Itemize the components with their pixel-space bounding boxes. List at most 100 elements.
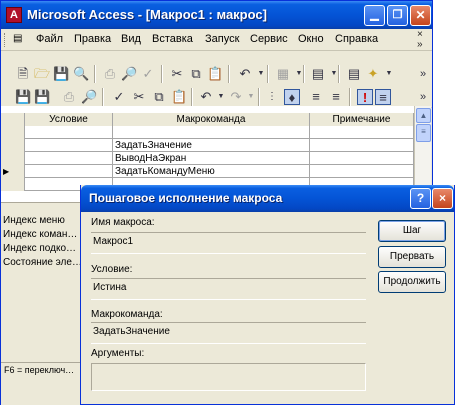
conditions-icon[interactable]: ♦ (284, 89, 300, 105)
preview-icon[interactable]: 🔎 (121, 66, 137, 82)
grid-header-row: Условие Макрокоманда Примечание (1, 113, 414, 126)
new-icon[interactable]: 🗎 (15, 66, 31, 82)
copy-icon[interactable]: ⧉ (188, 66, 204, 82)
close-icon: × (438, 191, 446, 205)
redo-dropdown-icon[interactable]: ▼ (243, 89, 259, 105)
macro-single-step-dialog: Пошаговое исполнение макроса ? × Имя мак… (80, 185, 455, 405)
note-cell[interactable] (310, 139, 414, 152)
toolbar-overflow-icon[interactable]: » (415, 66, 431, 82)
close-icon: ✕ (415, 8, 426, 22)
analyze-icon[interactable]: ▤ (310, 66, 326, 82)
preview-icon[interactable]: 🔎 (81, 89, 97, 105)
toolbar-overflow-icon[interactable]: » (415, 89, 431, 105)
menu-window[interactable]: Окно (298, 33, 324, 45)
row-selector[interactable] (1, 139, 25, 152)
scroll-up-icon[interactable]: ▲ (416, 108, 431, 123)
action-cell[interactable]: ВыводНаЭкран (113, 152, 310, 165)
condition-cell[interactable] (25, 152, 113, 165)
minimize-button[interactable]: ▁ (364, 5, 385, 26)
note-cell[interactable] (310, 165, 414, 178)
maximize-button[interactable]: ❐ (387, 5, 408, 26)
undo-dropdown-icon[interactable]: ▼ (213, 89, 229, 105)
analyze-dropdown-icon[interactable]: ▼ (326, 66, 342, 82)
relationships-icon[interactable]: ▤ (346, 66, 362, 82)
paste-icon[interactable]: 📋 (207, 66, 223, 82)
table-row[interactable]: ВыводНаЭкран (1, 152, 414, 165)
office-links-dropdown-icon[interactable]: ▼ (291, 66, 307, 82)
grid-header-note[interactable]: Примечание (310, 113, 414, 126)
menu-edit[interactable]: Правка (74, 33, 111, 45)
action-field: ЗадатьЗначение (91, 322, 366, 344)
window-titlebar[interactable]: A Microsoft Access - [Макрос1 : макрос] … (1, 1, 432, 29)
undo-icon[interactable]: ↶ (237, 66, 253, 82)
menu-overflow-icon[interactable]: » (417, 39, 423, 50)
note-cell[interactable] (310, 126, 414, 139)
spelling-icon[interactable]: ✓ (140, 66, 156, 82)
toolbar-separator (228, 65, 229, 83)
note-cell[interactable] (310, 152, 414, 165)
current-row-arrow-icon[interactable]: ▶ (1, 165, 25, 178)
action-cell[interactable]: ЗадатьКомандуМеню (113, 165, 310, 178)
macro-names-icon[interactable]: ⋮ (264, 89, 280, 105)
menu-help[interactable]: Справка (335, 33, 378, 45)
step-button[interactable]: Шаг (378, 220, 446, 242)
dialog-titlebar[interactable]: Пошаговое исполнение макроса ? × (81, 185, 454, 212)
grid-corner[interactable] (1, 113, 25, 126)
cut-icon[interactable]: ✂ (169, 66, 185, 82)
help-button[interactable]: ? (410, 188, 431, 209)
search-icon[interactable]: 🔍 (73, 66, 89, 82)
condition-cell[interactable] (25, 139, 113, 152)
condition-cell[interactable] (25, 126, 113, 139)
copy-icon[interactable]: ⧉ (151, 89, 167, 105)
print-icon[interactable]: ⎙ (61, 89, 77, 105)
grid-header-action[interactable]: Макрокоманда (113, 113, 310, 126)
grid-header-condition[interactable]: Условие (25, 113, 113, 126)
menu-grip[interactable] (4, 33, 7, 47)
cut-icon[interactable]: ✂ (131, 89, 147, 105)
row-selector[interactable] (1, 126, 25, 139)
argument-label: Индекс коман… (3, 229, 78, 240)
office-links-icon[interactable]: ▦ (275, 66, 291, 82)
new-object-dropdown-icon[interactable]: ▼ (381, 66, 397, 82)
open-icon[interactable]: 🗁 (34, 66, 50, 82)
action-cell[interactable] (113, 126, 310, 139)
menu-tools[interactable]: Сервис (250, 33, 288, 45)
row-selector[interactable] (1, 152, 25, 165)
macro-doc-icon[interactable]: ▤ (13, 33, 22, 44)
table-row[interactable]: ▶ ЗадатьКомандуМеню (1, 165, 414, 178)
access-app-icon[interactable]: A (6, 7, 22, 23)
toolbar-separator (161, 65, 162, 83)
row-selector[interactable] (1, 178, 25, 191)
step-icon[interactable]: ≡ (375, 89, 391, 105)
insert-rows-icon[interactable]: ≡ (308, 89, 324, 105)
properties-icon[interactable]: 💾 (34, 89, 50, 105)
table-row[interactable]: ЗадатьЗначение (1, 139, 414, 152)
arguments-field (91, 363, 366, 391)
paste-icon[interactable]: 📋 (171, 89, 187, 105)
condition-cell[interactable] (25, 165, 113, 178)
redo-icon[interactable]: ↷ (228, 89, 244, 105)
argument-label: Состояние эле… (3, 257, 82, 268)
save-icon[interactable]: 💾 (15, 89, 31, 105)
toolbar-separator (94, 65, 95, 83)
macro-design-toolbar: 💾 💾 ⎙ 🔎 ✓ ✂ ⧉ 📋 ↶ ▼ ↷ ▼ ⋮ ♦ ≡ ≡ ! ≡ » (1, 86, 432, 108)
menu-file[interactable]: Файл (36, 33, 63, 45)
database-toolbar: 🗎 🗁 💾 🔍 ⎙ 🔎 ✓ ✂ ⧉ 📋 ↶ ▼ ▦ ▼ ▤ ▼ ▤ ✦ ▼ » (1, 61, 432, 87)
close-button[interactable]: ✕ (410, 5, 431, 26)
menu-run[interactable]: Запуск (205, 33, 239, 45)
undo-icon[interactable]: ↶ (198, 89, 214, 105)
action-cell[interactable]: ЗадатьЗначение (113, 139, 310, 152)
menu-insert[interactable]: Вставка (152, 33, 193, 45)
print-icon[interactable]: ⎙ (102, 66, 118, 82)
continue-button[interactable]: Продолжить (378, 271, 446, 293)
dialog-close-button[interactable]: × (432, 188, 453, 209)
run-icon[interactable]: ! (357, 89, 373, 105)
new-object-icon[interactable]: ✦ (365, 66, 381, 82)
delete-rows-icon[interactable]: ≡ (328, 89, 344, 105)
scroll-thumb[interactable]: ≡ (416, 124, 431, 142)
stop-button[interactable]: Прервать (378, 246, 446, 268)
table-row[interactable] (1, 126, 414, 139)
menu-view[interactable]: Вид (121, 33, 141, 45)
spelling-icon[interactable]: ✓ (111, 89, 127, 105)
save-icon[interactable]: 💾 (53, 66, 69, 82)
